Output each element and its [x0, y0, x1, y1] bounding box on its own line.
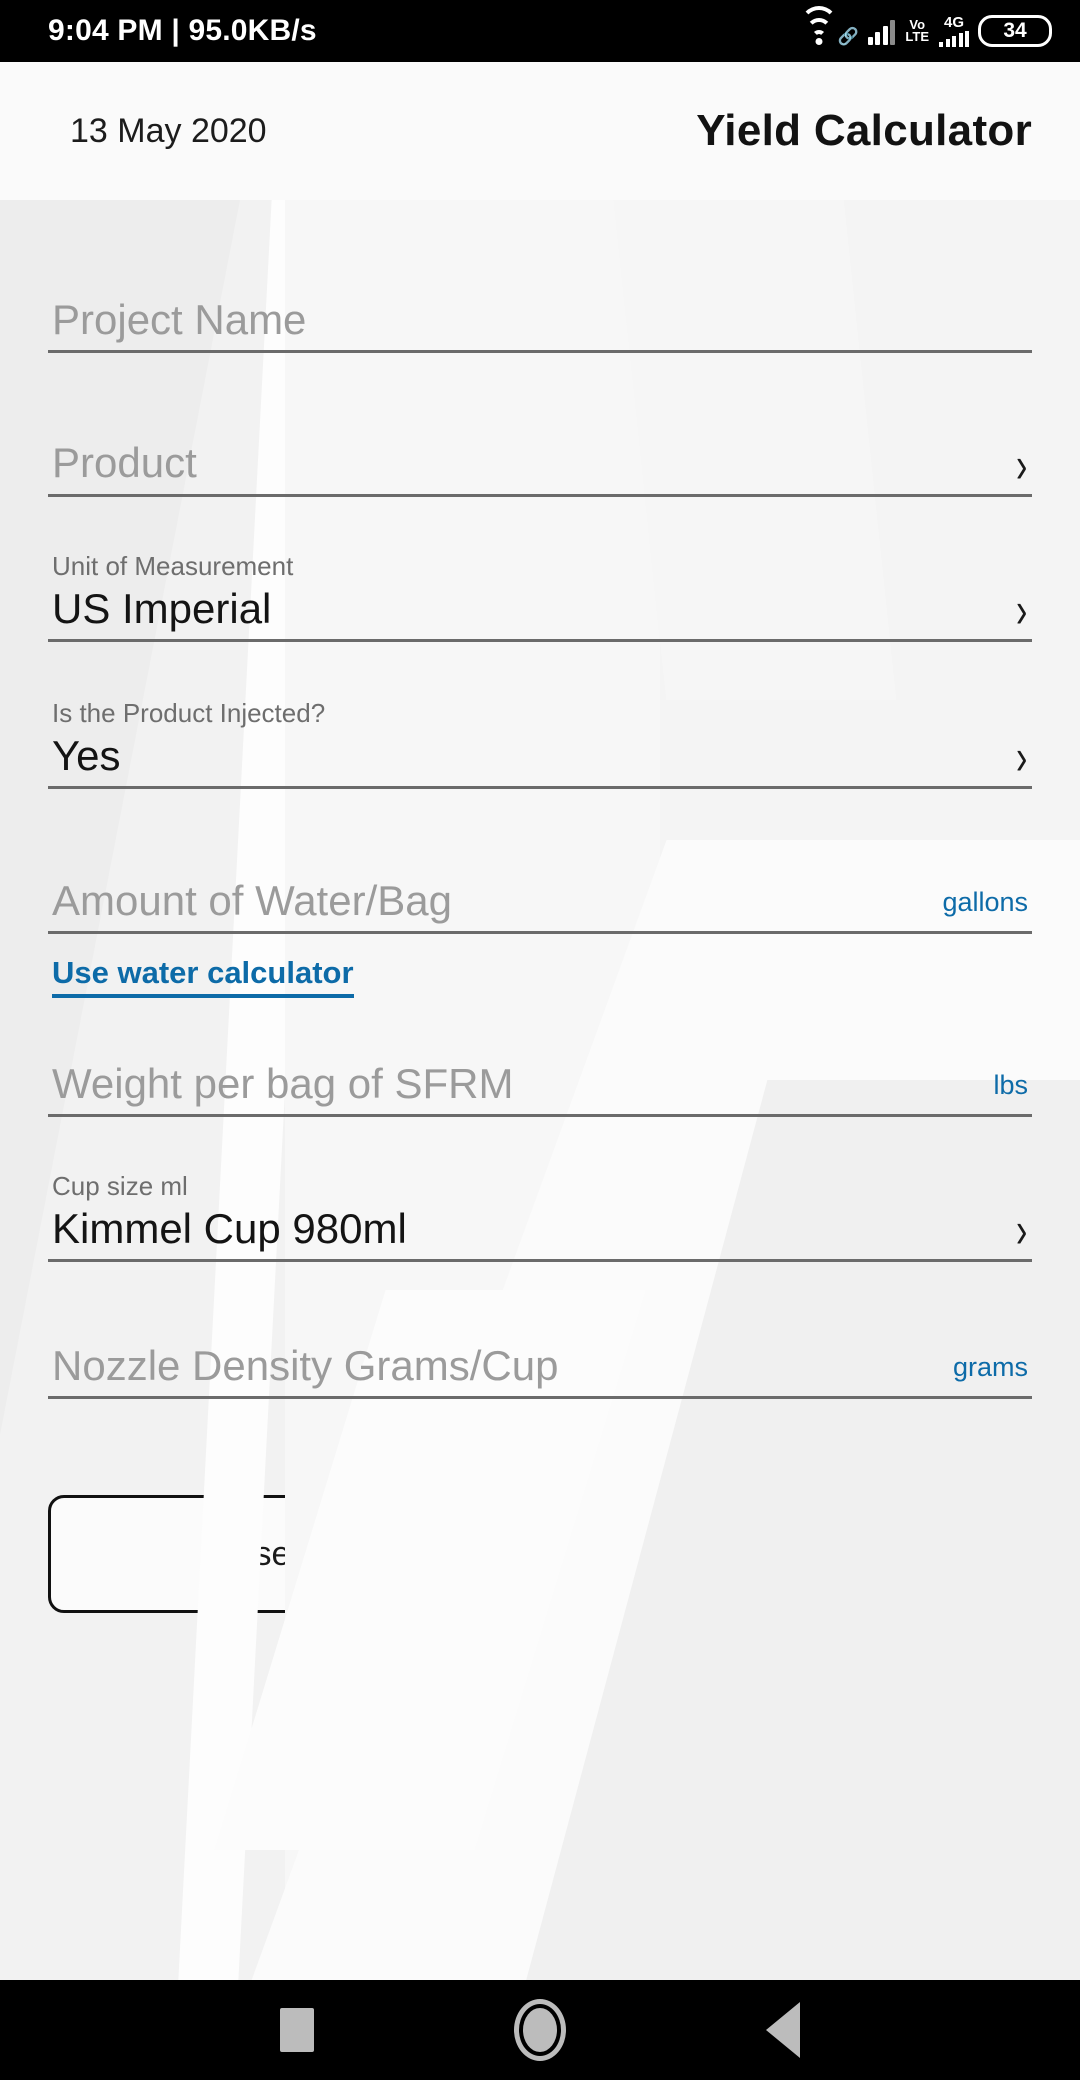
page-title: Yield Calculator [696, 106, 1032, 155]
product-select-value[interactable]: Product [52, 439, 197, 487]
product-injected-label: Is the Product Injected? [52, 697, 326, 728]
product-injected-value[interactable]: Yes [52, 732, 121, 780]
unit-of-measurement-value[interactable]: US Imperial [52, 585, 271, 633]
status-bar: 9:04 PM | 95.0KB/s 🔗 Vo LTE 4G 34 [0, 0, 1080, 62]
nozzle-density-row[interactable]: Nozzle Density Grams/Cup grams [48, 1342, 1032, 1400]
project-name-row[interactable]: Project Name [48, 296, 1032, 354]
weight-per-bag-unit: lbs [993, 1069, 1028, 1100]
volte-badge: Vo LTE [904, 17, 930, 44]
cup-size-label: Cup size ml [52, 1170, 188, 1201]
chevron-right-icon: › [1015, 583, 1028, 639]
field-water-per-bag[interactable]: Amount of Water/Bag gallons Use water ca… [48, 877, 1032, 998]
current-date: 13 May 2020 [70, 111, 267, 150]
nozzle-density-input[interactable]: Nozzle Density Grams/Cup [52, 1342, 558, 1390]
network-type-label: 4G [943, 14, 964, 31]
action-buttons: Reset Calculate Yield [0, 1495, 1080, 1614]
product-injected-row[interactable]: Yes › [48, 730, 1032, 790]
phone-screen: 9:04 PM | 95.0KB/s 🔗 Vo LTE 4G 34 13 May… [0, 0, 1080, 2080]
product-row[interactable]: Product › [48, 437, 1032, 497]
cup-size-row[interactable]: Kimmel Cup 980ml › [48, 1203, 1032, 1263]
form-content: Project Name Product › Unit of Measureme… [0, 200, 1080, 1980]
unit-of-measurement-row[interactable]: US Imperial › [48, 585, 1032, 642]
field-weight-per-bag[interactable]: Weight per bag of SFRM lbs [48, 1060, 1032, 1117]
field-product[interactable]: Product › [48, 437, 1032, 497]
volte-bottom-text: LTE [905, 29, 929, 44]
field-cup-size[interactable]: Cup size ml Kimmel Cup 980ml › [48, 1170, 1032, 1263]
android-nav-bar [0, 1980, 1080, 2080]
field-nozzle-density[interactable]: Nozzle Density Grams/Cup grams [48, 1342, 1032, 1400]
back-triangle-icon[interactable] [766, 2002, 800, 2058]
calculate-yield-button[interactable]: Calculate Yield [617, 1495, 1032, 1614]
home-circle-icon[interactable] [514, 1999, 566, 2061]
chevron-right-icon: › [1015, 437, 1028, 493]
recents-square-icon[interactable] [280, 2008, 314, 2052]
use-water-calculator-link[interactable]: Use water calculator [52, 956, 354, 998]
cup-size-value[interactable]: Kimmel Cup 980ml [52, 1205, 407, 1253]
water-per-bag-row[interactable]: Amount of Water/Bag gallons [48, 877, 1032, 935]
status-icons: 🔗 Vo LTE 4G 34 [799, 6, 1052, 47]
weight-per-bag-row[interactable]: Weight per bag of SFRM lbs [48, 1060, 1032, 1117]
battery-level-label: 34 [1003, 19, 1027, 42]
unit-of-measurement-label: Unit of Measurement [52, 550, 294, 581]
weight-per-bag-input[interactable]: Weight per bag of SFRM [52, 1060, 513, 1108]
signal-bars-icon [867, 17, 896, 45]
yield-calculator-form: Project Name Product › Unit of Measureme… [0, 296, 1080, 1400]
field-project-name[interactable]: Project Name [48, 296, 1032, 354]
link-icon: 🔗 [837, 27, 859, 46]
chevron-right-icon: › [1015, 1203, 1028, 1259]
water-per-bag-input[interactable]: Amount of Water/Bag [52, 877, 452, 925]
status-time-and-speed: 9:04 PM | 95.0KB/s [48, 14, 317, 47]
nozzle-density-unit: grams [952, 1352, 1028, 1383]
4g-icon: 4G [939, 15, 969, 47]
battery-icon: 34 [978, 15, 1052, 47]
water-per-bag-unit: gallons [942, 887, 1028, 918]
reset-button[interactable]: Reset [48, 1495, 463, 1614]
app-bar: 13 May 2020 Yield Calculator [0, 62, 1080, 200]
field-product-injected[interactable]: Is the Product Injected? Yes › [48, 697, 1032, 790]
field-unit-of-measurement[interactable]: Unit of Measurement US Imperial › [48, 553, 1032, 642]
chevron-right-icon: › [1015, 730, 1028, 786]
wifi-icon [799, 6, 839, 46]
project-name-input[interactable]: Project Name [52, 296, 306, 344]
